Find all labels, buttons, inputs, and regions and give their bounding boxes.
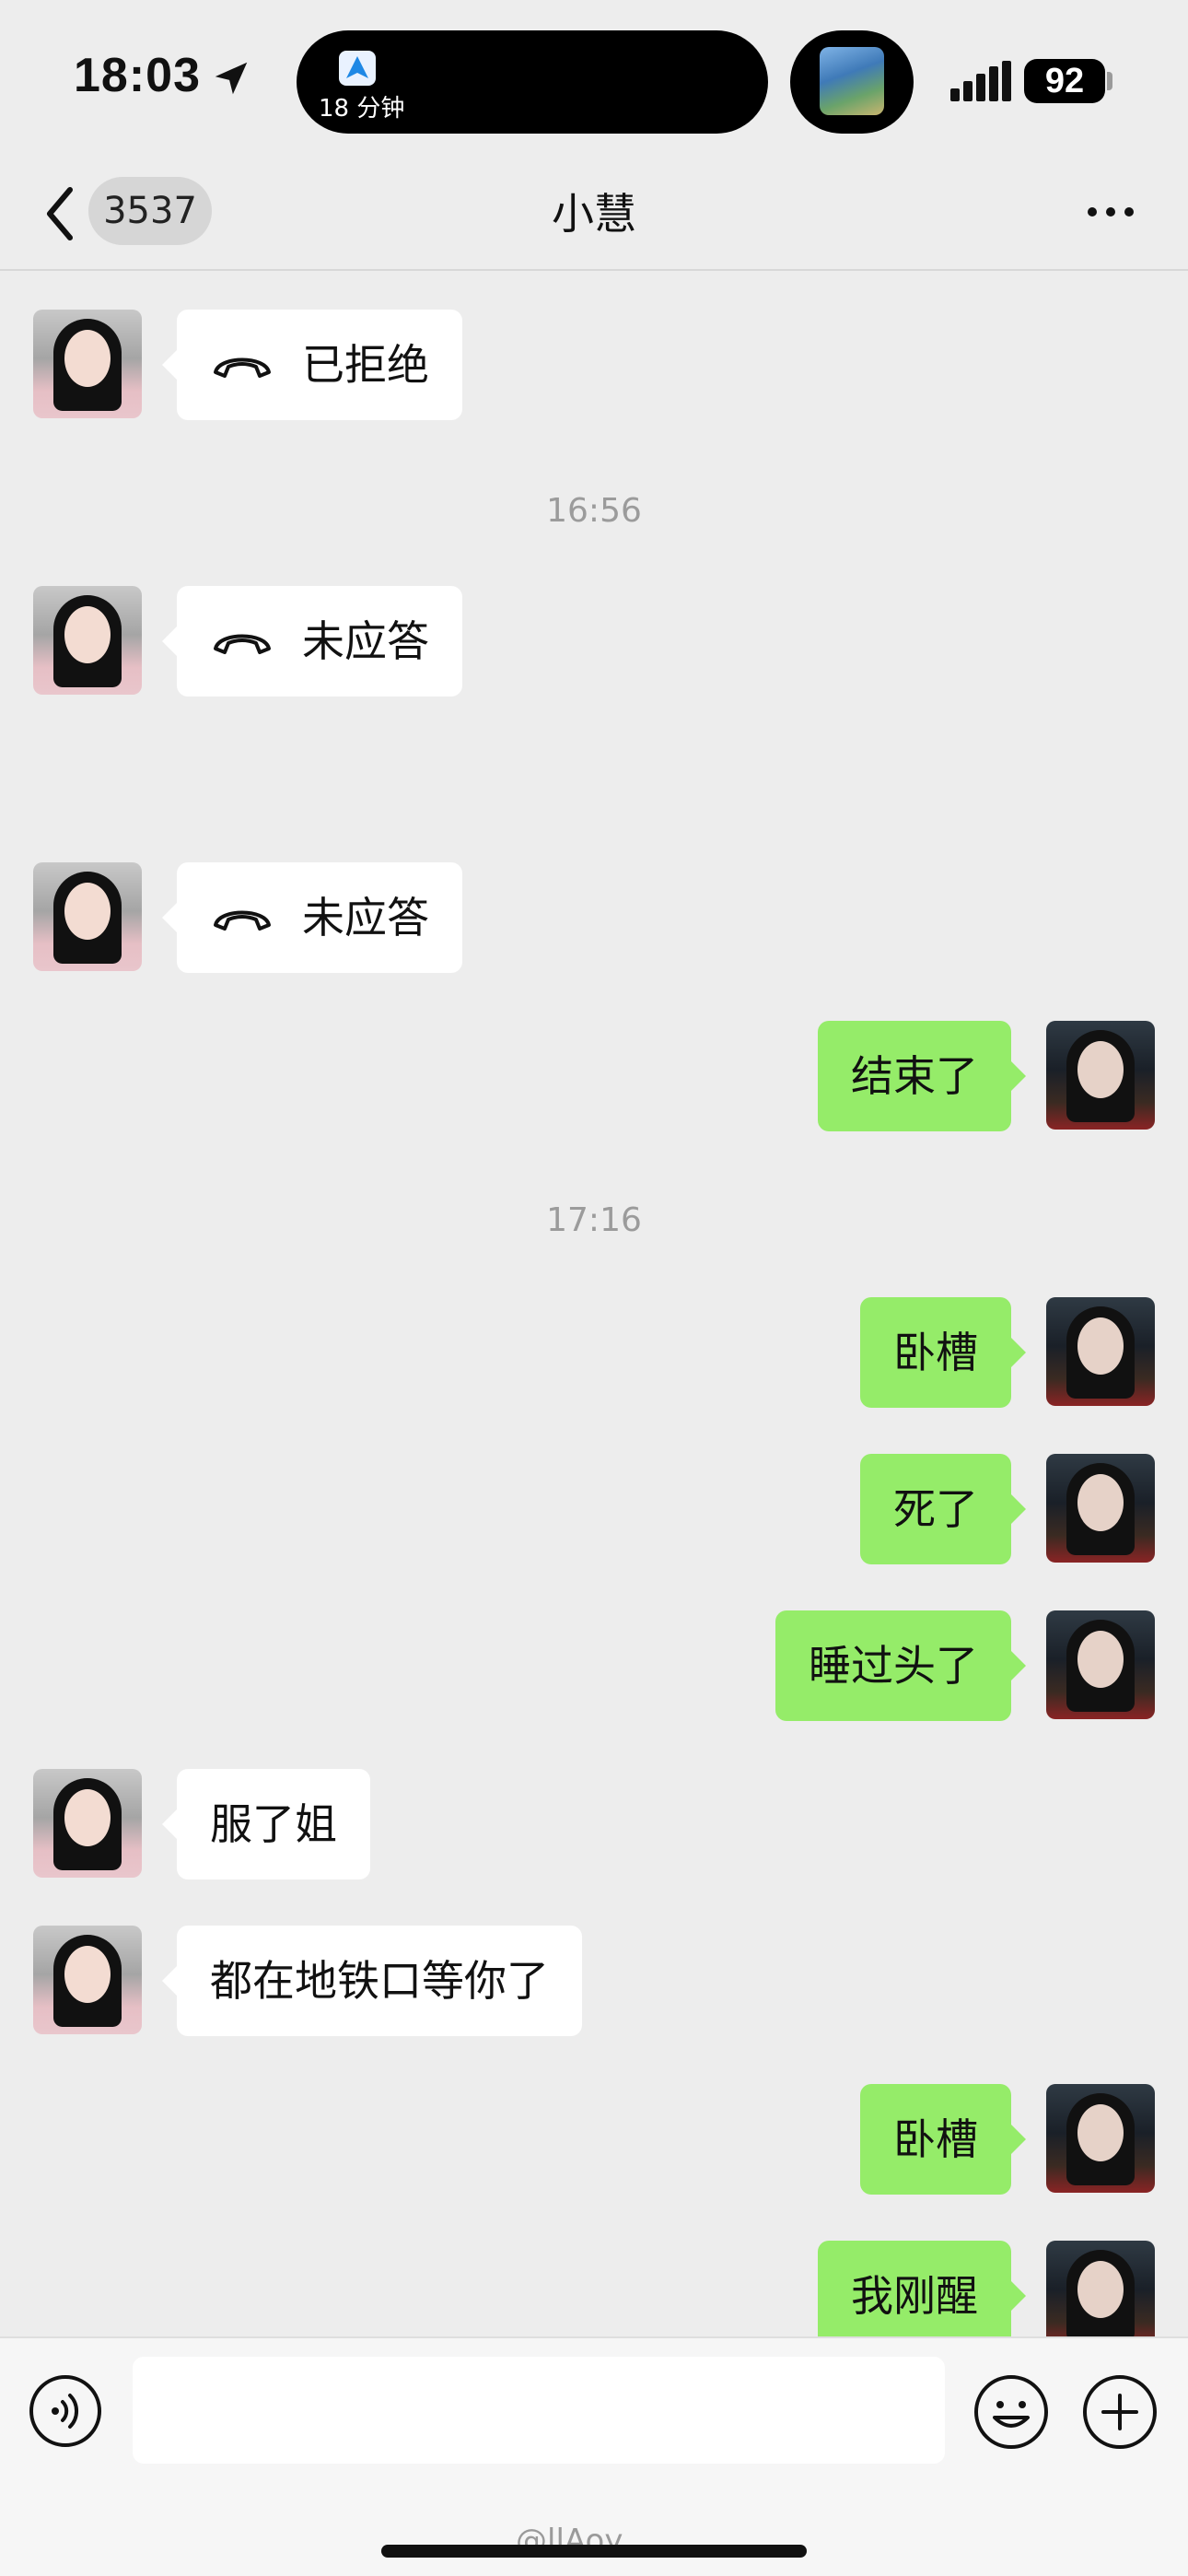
phone-hangup-icon [214,634,271,654]
navigation-app-icon [339,51,376,86]
outgoing-message[interactable]: 卧槽 [860,2084,1026,2195]
phone-hangup-icon [214,910,271,931]
voice-icon[interactable] [28,2373,103,2449]
contact-avatar[interactable] [33,586,142,695]
incoming-message[interactable]: 服了姐 [162,1769,370,1879]
outgoing-message[interactable]: 结束了 [818,1021,1026,1131]
unread-count-badge[interactable]: 3537 [88,177,212,245]
incoming-message[interactable]: 都在地铁口等你了 [162,1926,582,2036]
call-status-text: 未应答 [302,893,429,943]
signal-icon [950,61,1011,101]
home-indicator[interactable] [381,2545,807,2558]
chevron-left-icon[interactable] [37,179,83,249]
input-bar: @llAoy [0,2336,1188,2576]
call-status-text: 已拒绝 [302,340,429,390]
live-activity[interactable] [790,30,914,134]
battery-tip [1107,72,1112,90]
outgoing-message[interactable]: 卧槽 [860,1297,1026,1408]
outgoing-message[interactable]: 睡过头了 [775,1610,1026,1721]
more-dots-icon[interactable] [1083,193,1138,230]
message-list[interactable]: 已拒绝 16:56 未应答 未应答 结束了 17:16 卧槽 死了 睡过头了 服… [0,273,1188,2336]
self-avatar[interactable] [1046,1454,1155,1563]
contact-avatar[interactable] [33,310,142,418]
phone-hangup-icon [214,357,271,378]
message-input[interactable] [133,2357,945,2464]
live-activity-thumbnail [820,47,884,115]
contact-avatar[interactable] [33,1769,142,1878]
chat-header: 3537 小慧 [0,157,1188,271]
contact-avatar[interactable] [33,1926,142,2034]
status-bar: 18:03 18 分钟 92 [0,0,1188,157]
battery-indicator: 92 [1024,59,1105,103]
self-avatar[interactable] [1046,2084,1155,2193]
call-status-text: 未应答 [302,616,429,666]
self-avatar[interactable] [1046,2241,1155,2336]
dynamic-island[interactable]: 18 分钟 [297,30,768,134]
call-record-bubble[interactable]: 未应答 [162,862,462,973]
self-avatar[interactable] [1046,1610,1155,1719]
call-record-bubble[interactable]: 已拒绝 [162,310,462,420]
outgoing-message[interactable]: 死了 [860,1454,1026,1564]
message-timestamp: 16:56 [546,492,642,530]
outgoing-message[interactable]: 我刚醒 [818,2241,1026,2336]
emoji-icon[interactable] [973,2373,1050,2451]
location-arrow-icon [215,62,248,95]
contact-avatar[interactable] [33,862,142,971]
message-timestamp: 17:16 [546,1201,642,1239]
self-avatar[interactable] [1046,1021,1155,1130]
status-time: 18:03 [74,49,201,102]
plus-icon[interactable] [1081,2373,1159,2451]
island-duration: 18 分钟 [319,95,405,123]
call-record-bubble[interactable]: 未应答 [162,586,462,697]
self-avatar[interactable] [1046,1297,1155,1406]
